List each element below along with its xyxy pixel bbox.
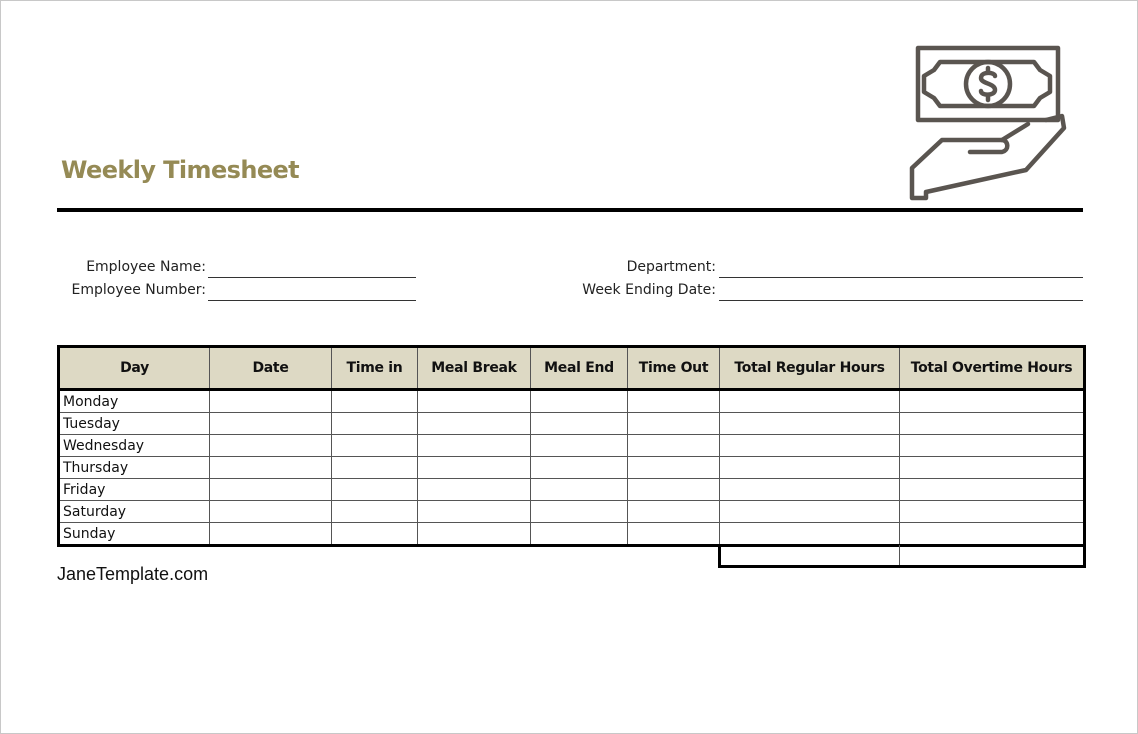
time-out-cell[interactable] [627,500,720,523]
employee-name-field[interactable] [208,277,416,278]
meal-end-cell[interactable] [530,456,628,479]
time-out-cell[interactable] [627,434,720,457]
employee-number-label: Employee Number: [71,282,207,298]
week-ending-date-field[interactable] [719,300,1083,301]
timesheet-table: Day Date Time in Meal Break Meal End Tim… [57,345,1086,547]
totals-row [718,545,1086,568]
date-cell[interactable] [209,500,332,523]
column-header-total-regular-hours: Total Regular Hours [719,345,900,391]
time-in-cell[interactable] [331,412,418,435]
time-out-cell[interactable] [627,412,720,435]
table-row: Saturday [57,500,1086,523]
table-row: Thursday [57,456,1086,479]
day-cell: Sunday [57,522,210,547]
regular-hours-cell[interactable] [719,522,900,547]
meal-break-cell[interactable] [417,412,531,435]
table-row: Sunday [57,522,1086,547]
meal-break-cell[interactable] [417,434,531,457]
meal-break-cell[interactable] [417,500,531,523]
time-in-cell[interactable] [331,456,418,479]
day-cell: Saturday [57,500,210,523]
regular-hours-cell[interactable] [719,412,900,435]
title-divider [57,208,1083,212]
week-ending-date-label: Week Ending Date: [582,282,716,298]
department-field[interactable] [719,277,1083,278]
money-in-hand-icon [909,45,1067,201]
document-title: Weekly Timesheet [61,156,300,184]
day-cell: Friday [57,478,210,501]
overtime-hours-cell[interactable] [899,412,1086,435]
date-cell[interactable] [209,389,332,413]
regular-hours-cell[interactable] [719,434,900,457]
meal-end-cell[interactable] [530,500,628,523]
overtime-hours-cell[interactable] [899,434,1086,457]
date-cell[interactable] [209,522,332,547]
header-row: Day Date Time in Meal Break Meal End Tim… [57,345,1086,391]
day-cell: Tuesday [57,412,210,435]
date-cell[interactable] [209,456,332,479]
total-overtime-hours-cell[interactable] [899,545,1086,568]
column-header-meal-break: Meal Break [417,345,531,391]
day-cell: Wednesday [57,434,210,457]
time-out-cell[interactable] [627,522,720,547]
overtime-hours-cell[interactable] [899,389,1086,413]
regular-hours-cell[interactable] [719,456,900,479]
employee-name-label: Employee Name: [86,259,206,275]
employee-number-field[interactable] [208,300,416,301]
date-cell[interactable] [209,412,332,435]
table-row: Wednesday [57,434,1086,457]
column-header-day: Day [57,345,210,391]
overtime-hours-cell[interactable] [899,500,1086,523]
regular-hours-cell[interactable] [719,500,900,523]
time-in-cell[interactable] [331,478,418,501]
overtime-hours-cell[interactable] [899,456,1086,479]
meal-end-cell[interactable] [530,478,628,501]
overtime-hours-cell[interactable] [899,522,1086,547]
department-label: Department: [626,259,716,275]
overtime-hours-cell[interactable] [899,478,1086,501]
time-in-cell[interactable] [331,389,418,413]
column-header-meal-end: Meal End [530,345,628,391]
meal-end-cell[interactable] [530,412,628,435]
time-out-cell[interactable] [627,456,720,479]
meal-break-cell[interactable] [417,478,531,501]
table-row: Tuesday [57,412,1086,435]
regular-hours-cell[interactable] [719,389,900,413]
time-in-cell[interactable] [331,500,418,523]
column-header-time-out: Time Out [627,345,720,391]
time-out-cell[interactable] [627,478,720,501]
meal-break-cell[interactable] [417,456,531,479]
time-in-cell[interactable] [331,434,418,457]
meal-end-cell[interactable] [530,389,628,413]
date-cell[interactable] [209,478,332,501]
meal-end-cell[interactable] [530,522,628,547]
column-header-date: Date [209,345,332,391]
day-cell: Thursday [57,456,210,479]
meal-end-cell[interactable] [530,434,628,457]
column-header-time-in: Time in [331,345,418,391]
column-header-total-overtime-hours: Total Overtime Hours [899,345,1086,391]
date-cell[interactable] [209,434,332,457]
meal-break-cell[interactable] [417,522,531,547]
regular-hours-cell[interactable] [719,478,900,501]
footer-site-link: JaneTemplate.com [57,564,209,584]
table-row: Monday [57,389,1086,413]
time-in-cell[interactable] [331,522,418,547]
time-out-cell[interactable] [627,389,720,413]
table-row: Friday [57,478,1086,501]
day-cell: Monday [57,389,210,413]
meal-break-cell[interactable] [417,389,531,413]
total-regular-hours-cell[interactable] [718,545,900,568]
